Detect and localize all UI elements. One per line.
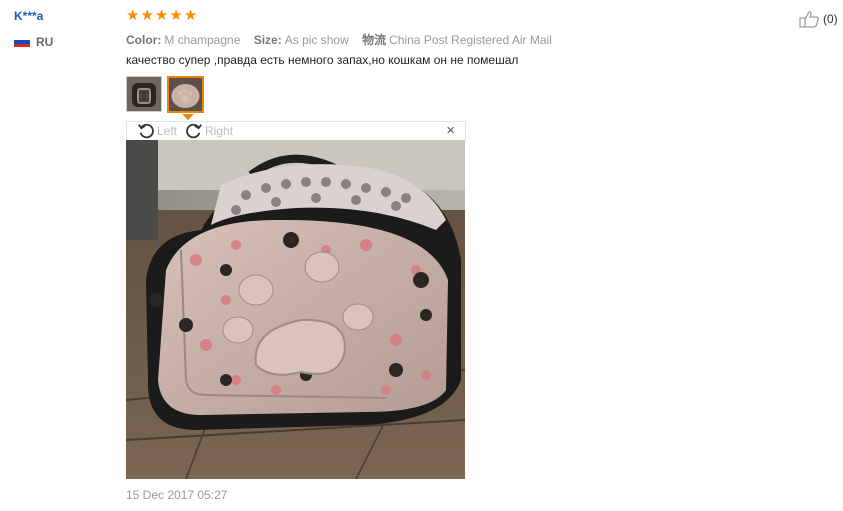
review-text: качество супер ,правда есть немного запа… [126, 53, 519, 67]
helpful-count: (0) [823, 12, 838, 26]
review-date: 15 Dec 2017 05:27 [126, 488, 228, 502]
color-label: Color: [126, 33, 162, 47]
rotate-left-label: Left [157, 124, 178, 138]
rotate-left-button[interactable]: Left [137, 122, 177, 140]
rotate-left-icon [138, 123, 154, 139]
thumbnail-image [169, 78, 202, 111]
star-rating: ★ ★ ★ ★ ★ [126, 8, 197, 24]
star-icon: ★ [183, 7, 198, 24]
review-photo [126, 140, 465, 479]
rotate-right-label: Right [205, 124, 234, 138]
color-value: M champagne [164, 33, 241, 47]
review-user-name[interactable]: K***a [14, 9, 43, 23]
reviewer-country: RU [14, 35, 53, 49]
russia-flag-icon [14, 37, 30, 47]
size-value: As pic show [284, 33, 349, 47]
shipping-label: 物流 [362, 33, 387, 47]
country-code: RU [36, 35, 54, 49]
photo-thumbnail-active[interactable] [167, 76, 204, 113]
star-icon: ★ [126, 7, 140, 24]
shipping-value: China Post Registered Air Mail [389, 33, 552, 47]
pet-carrier-photo [126, 140, 465, 479]
rotate-right-icon [186, 123, 202, 139]
photo-viewer-toolbar: Left Right × [126, 121, 466, 141]
thumbs-up-icon [799, 11, 819, 28]
active-thumbnail-pointer [182, 114, 194, 120]
thumbnail-image [127, 77, 161, 111]
helpful-button[interactable]: (0) [799, 10, 838, 28]
close-viewer-icon[interactable]: × [446, 122, 455, 140]
size-label: Size: [253, 33, 282, 47]
photo-thumbnail[interactable] [126, 76, 162, 112]
order-specs: Color: M champagne Size: As pic show 物流 Chi… [126, 31, 552, 48]
photo-thumbnails [126, 76, 204, 113]
star-icon: ★ [140, 7, 154, 24]
star-icon: ★ [169, 7, 183, 24]
star-icon: ★ [154, 7, 169, 24]
rotate-right-button[interactable]: Right [185, 122, 233, 140]
